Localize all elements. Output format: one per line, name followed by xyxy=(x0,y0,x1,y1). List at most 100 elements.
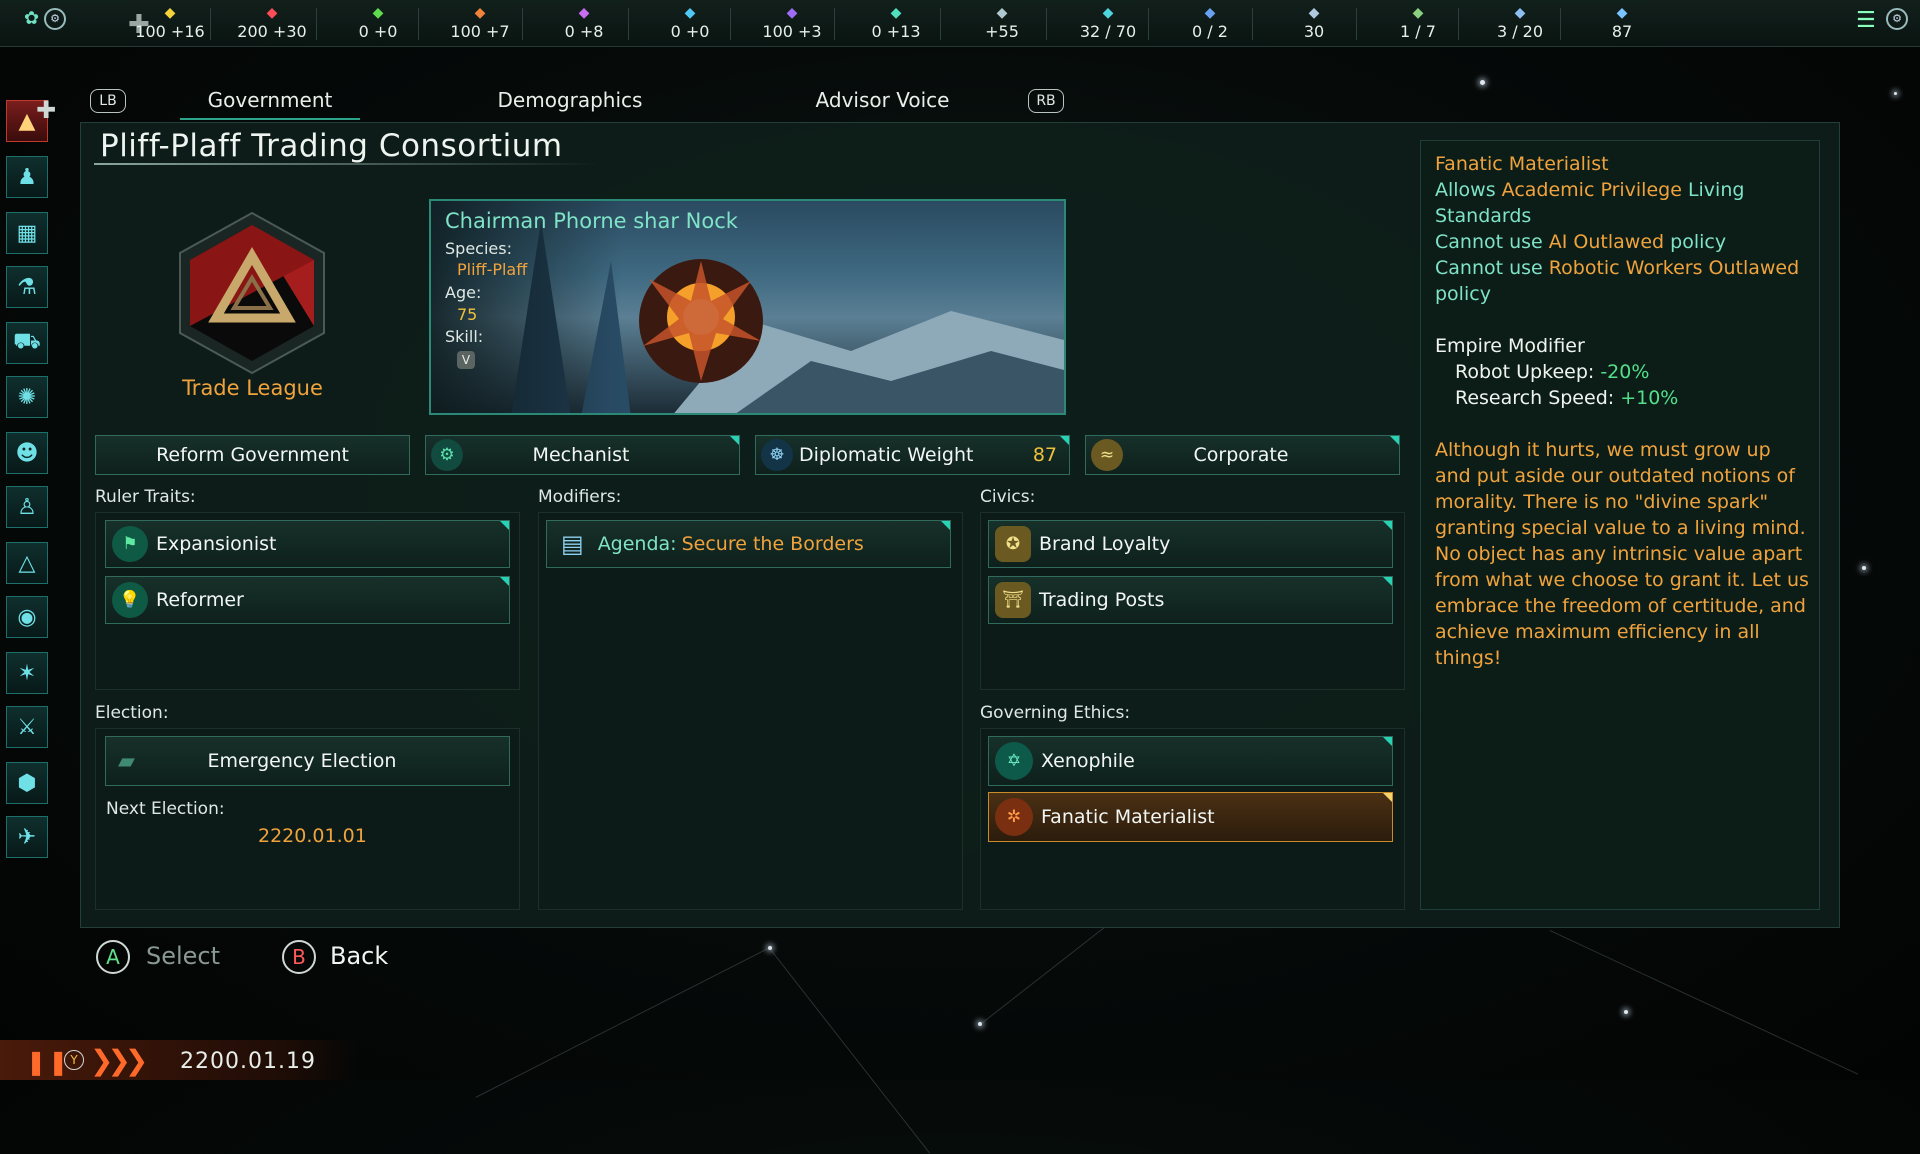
info-heading: Fanatic Materialist xyxy=(1435,153,1609,175)
info-line-2: Cannot use AI Outlawed policy xyxy=(1435,231,1727,253)
species-rights-sidebar-icon[interactable]: ☻ xyxy=(6,432,48,474)
factions-sidebar-icon[interactable]: ✺ xyxy=(6,376,48,418)
traditions-sidebar-icon[interactable]: △ xyxy=(6,542,48,584)
resource-value: 100 +7 xyxy=(450,22,510,41)
emergency-election-label: Emergency Election xyxy=(207,750,397,772)
resource-influence[interactable]: ◆ 100 +3 xyxy=(742,4,842,42)
corporate-icon: ≈ xyxy=(1091,439,1123,471)
skill-label: Skill: xyxy=(445,327,484,346)
resource-pops[interactable]: ◆ 30 xyxy=(1264,4,1364,42)
fleets-icon: ◆ xyxy=(1514,5,1526,21)
agenda-prefix: Agenda: xyxy=(597,533,677,555)
resource-separator xyxy=(730,8,731,40)
modifier-robot-upkeep: Robot Upkeep: -20% xyxy=(1455,361,1650,383)
resource-fleets[interactable]: ◆ 3 / 20 xyxy=(1470,4,1570,42)
planets-sidebar-icon[interactable]: ▦ xyxy=(6,212,48,254)
energy-icon: ◆ xyxy=(164,5,176,21)
tab-demographics[interactable]: Demographics xyxy=(490,88,650,116)
speed-arrows-icon[interactable]: ❯❯❯ xyxy=(90,1044,148,1077)
trait-reformer[interactable]: 💡 Reformer xyxy=(105,576,510,624)
resource-alloys[interactable]: ◆ 0 +8 xyxy=(534,4,634,42)
fanatic-materialist-icon: ✲ xyxy=(995,798,1033,836)
age-label: Age: xyxy=(445,283,482,302)
resource-envoys[interactable]: ◆ 1 / 7 xyxy=(1368,4,1468,42)
resource-naval-capacity[interactable]: ◆ 32 / 70 xyxy=(1058,4,1158,42)
mechanist-button[interactable]: ⚙ Mechanist xyxy=(425,435,740,475)
resource-food[interactable]: ◆ 0 +0 xyxy=(328,4,428,42)
election-icon: ▰ xyxy=(118,748,135,774)
civic-brand-loyalty[interactable]: ✪ Brand Loyalty xyxy=(988,520,1393,568)
active-tab-underline xyxy=(180,118,360,120)
add-icon: ✚ xyxy=(36,96,57,124)
influence-icon: ◆ xyxy=(786,5,798,21)
resource-value: 87 xyxy=(1611,22,1633,41)
system-menu-icon[interactable]: ⚙ xyxy=(44,8,66,30)
starbase-icon: ◆ xyxy=(1204,5,1216,21)
leaders-sidebar-icon[interactable]: ♙ xyxy=(6,486,48,528)
resource-value: 0 +0 xyxy=(670,22,710,41)
star xyxy=(1862,566,1866,570)
diplomatic-weight-label: Diplomatic Weight xyxy=(799,444,974,466)
resource-value: 1 / 7 xyxy=(1400,22,1436,41)
info-line-1: Allows Academic Privilege Living Standar… xyxy=(1435,179,1745,227)
info-line-3: Cannot use Robotic Workers Outlawed poli… xyxy=(1435,257,1800,305)
resource-stability[interactable]: ◆ 87 xyxy=(1572,4,1672,42)
resource-value: 0 / 2 xyxy=(1192,22,1228,41)
reform-government-button[interactable]: Reform Government xyxy=(95,435,410,475)
research-sidebar-icon[interactable]: ⚗ xyxy=(6,266,48,308)
diplomatic-weight-button[interactable]: ☸ Diplomatic Weight 87 xyxy=(755,435,1070,475)
tab-advisor-voice[interactable]: Advisor Voice xyxy=(800,88,965,116)
ruler-portrait[interactable]: Chairman Phorne shar Nock Species: Pliff… xyxy=(429,199,1066,415)
resource-value: 100 +16 xyxy=(135,22,205,41)
ships-sidebar-icon[interactable]: ⛟ xyxy=(6,322,48,364)
wars-sidebar-icon[interactable]: ⚔ xyxy=(6,706,48,748)
modifiers-label: Modifiers: xyxy=(538,487,622,507)
mechanist-label: Mechanist xyxy=(532,444,630,466)
resource-unity[interactable]: ◆ 0 +13 xyxy=(846,4,946,42)
lb-button[interactable]: LB xyxy=(90,89,126,113)
trait-reformer-label: Reformer xyxy=(156,589,244,611)
agenda-modifier[interactable]: ▤ Agenda: Secure the Borders xyxy=(546,520,951,568)
time-control-bar: ❚❚ Y ❯❯❯ 2200.01.19 xyxy=(0,1040,360,1080)
back-hint[interactable]: Back xyxy=(330,942,388,970)
resource-energy[interactable]: ◆ 100 +16 xyxy=(120,4,220,42)
envoys-icon: ◆ xyxy=(1412,5,1424,21)
galaxy-sidebar-icon[interactable]: ◉ xyxy=(6,596,48,638)
fleet-manager-sidebar-icon[interactable]: ✈ xyxy=(6,816,48,858)
resource-starbase[interactable]: ◆ 0 / 2 xyxy=(1160,4,1260,42)
resource-value: 200 +30 xyxy=(237,22,307,41)
agenda-icon: ▤ xyxy=(561,530,584,558)
alloys-icon: ◆ xyxy=(578,5,590,21)
resource-minerals[interactable]: ◆ 200 +30 xyxy=(222,4,322,42)
minerals-icon: ◆ xyxy=(266,5,278,21)
resource-consumer-goods[interactable]: ◆ 100 +7 xyxy=(430,4,530,42)
trait-expansionist[interactable]: ⚑ Expansionist xyxy=(105,520,510,568)
resource-exotic-gases[interactable]: ◆ 0 +0 xyxy=(640,4,740,42)
rb-button[interactable]: RB xyxy=(1028,89,1064,113)
menu-icon[interactable]: ☰ xyxy=(1856,8,1876,33)
contacts-icon[interactable]: ✿ xyxy=(24,8,39,29)
select-hint[interactable]: Select xyxy=(146,942,220,970)
age-value: 75 xyxy=(457,305,478,324)
trait-expansionist-label: Expansionist xyxy=(156,533,277,555)
info-panel: Fanatic Materialist Allows Academic Priv… xyxy=(1420,140,1820,910)
resource-value: +55 xyxy=(985,22,1019,41)
tab-government[interactable]: Government xyxy=(190,88,350,116)
edicts-sidebar-icon[interactable]: ⬢ xyxy=(6,762,48,804)
unity-icon: ◆ xyxy=(890,5,902,21)
civic-trading-posts[interactable]: ⛩ Trading Posts xyxy=(988,576,1393,624)
consumer-goods-icon: ◆ xyxy=(474,5,486,21)
ethic-xenophile[interactable]: ✡ Xenophile xyxy=(988,736,1393,786)
resource-value: 100 +3 xyxy=(762,22,822,41)
resource-research[interactable]: ◆ +55 xyxy=(952,4,1052,42)
diplomatic-weight-value: 87 xyxy=(1032,444,1057,466)
corporate-button[interactable]: ≈ Corporate xyxy=(1085,435,1400,475)
ethic-fanatic-materialist[interactable]: ✲ Fanatic Materialist xyxy=(988,792,1393,842)
resource-separator xyxy=(316,8,317,40)
policies-sidebar-icon[interactable]: ✶ xyxy=(6,652,48,694)
resource-separator xyxy=(1046,8,1047,40)
constellation-line xyxy=(980,925,1107,1025)
settings-icon[interactable]: ⚙ xyxy=(1886,8,1908,30)
emergency-election-button[interactable]: ▰ Emergency Election xyxy=(105,736,510,786)
species-sidebar-icon[interactable]: ♟ xyxy=(6,156,48,198)
